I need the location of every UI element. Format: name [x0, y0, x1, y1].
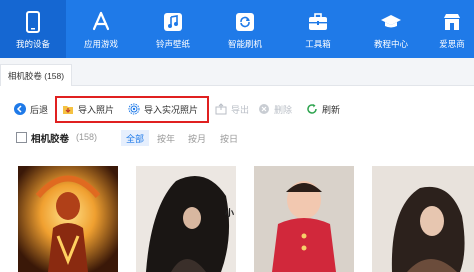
refresh-icon	[234, 11, 256, 33]
nav-item-ringtones[interactable]: 铃声壁纸	[140, 0, 206, 58]
delete-label: 删除	[274, 104, 293, 115]
toolbox-icon	[307, 11, 329, 33]
export-label: 导出	[231, 104, 250, 115]
nav-label: 应用游戏	[83, 39, 118, 49]
refresh-icon	[306, 103, 318, 115]
filter-by-month[interactable]: 按月	[183, 130, 211, 146]
nav-item-my-device[interactable]: 我的设备	[0, 0, 66, 58]
graduation-cap-icon	[380, 11, 402, 33]
filter-by-year[interactable]: 按年	[152, 130, 180, 146]
photo-thumbnail[interactable]	[254, 166, 354, 272]
nav-item-toolbox[interactable]: 工具箱	[285, 0, 351, 58]
top-navigation: 我的设备 应用游戏 铃声壁纸 智能刷机 工具箱 教程中心 爱思商	[0, 0, 474, 58]
nav-label: 铃声壁纸	[155, 39, 190, 49]
phone-icon	[22, 11, 44, 33]
back-arrow-icon	[14, 103, 26, 115]
delete-icon	[258, 103, 270, 115]
delete-button[interactable]: 删除	[258, 101, 292, 117]
refresh-button[interactable]: 刷新	[306, 101, 340, 117]
photo-thumbnail[interactable]	[136, 166, 236, 272]
nav-item-flash[interactable]: 智能刷机	[212, 0, 278, 58]
filter-all[interactable]: 全部	[121, 130, 150, 146]
photo-overlay-text: 小	[225, 208, 235, 218]
filter-by-day[interactable]: 按日	[215, 130, 243, 146]
music-icon	[162, 11, 184, 33]
nav-label: 我的设备	[15, 39, 50, 49]
back-button[interactable]: 后退	[14, 101, 48, 117]
export-button[interactable]: 导出	[215, 101, 249, 117]
app-store-icon	[90, 11, 112, 33]
back-label: 后退	[30, 104, 49, 115]
nav-label: 工具箱	[305, 39, 331, 49]
nav-item-tutorials[interactable]: 教程中心	[358, 0, 424, 58]
tab-camera-roll[interactable]: 相机胶卷 (158)	[0, 64, 72, 86]
photo-thumbnail[interactable]	[372, 166, 474, 272]
store-icon	[441, 11, 463, 33]
refresh-label: 刷新	[322, 104, 341, 115]
nav-label: 爱思商	[439, 39, 465, 49]
export-icon	[215, 103, 227, 115]
nav-item-apps-games[interactable]: 应用游戏	[68, 0, 134, 58]
filter-row: 相机胶卷 (158) 全部 按年 按月 按日	[0, 127, 474, 149]
nav-label: 智能刷机	[227, 39, 262, 49]
nav-label: 教程中心	[373, 39, 408, 49]
nav-item-store[interactable]: 爱思商	[430, 0, 474, 58]
highlight-box	[55, 96, 209, 123]
photo-thumbnail[interactable]	[18, 166, 118, 272]
album-count: (158)	[76, 132, 98, 142]
tab-bar: 相机胶卷 (158)	[0, 58, 474, 86]
select-all-checkbox[interactable]	[16, 132, 27, 143]
album-title: 相机胶卷	[31, 134, 70, 145]
